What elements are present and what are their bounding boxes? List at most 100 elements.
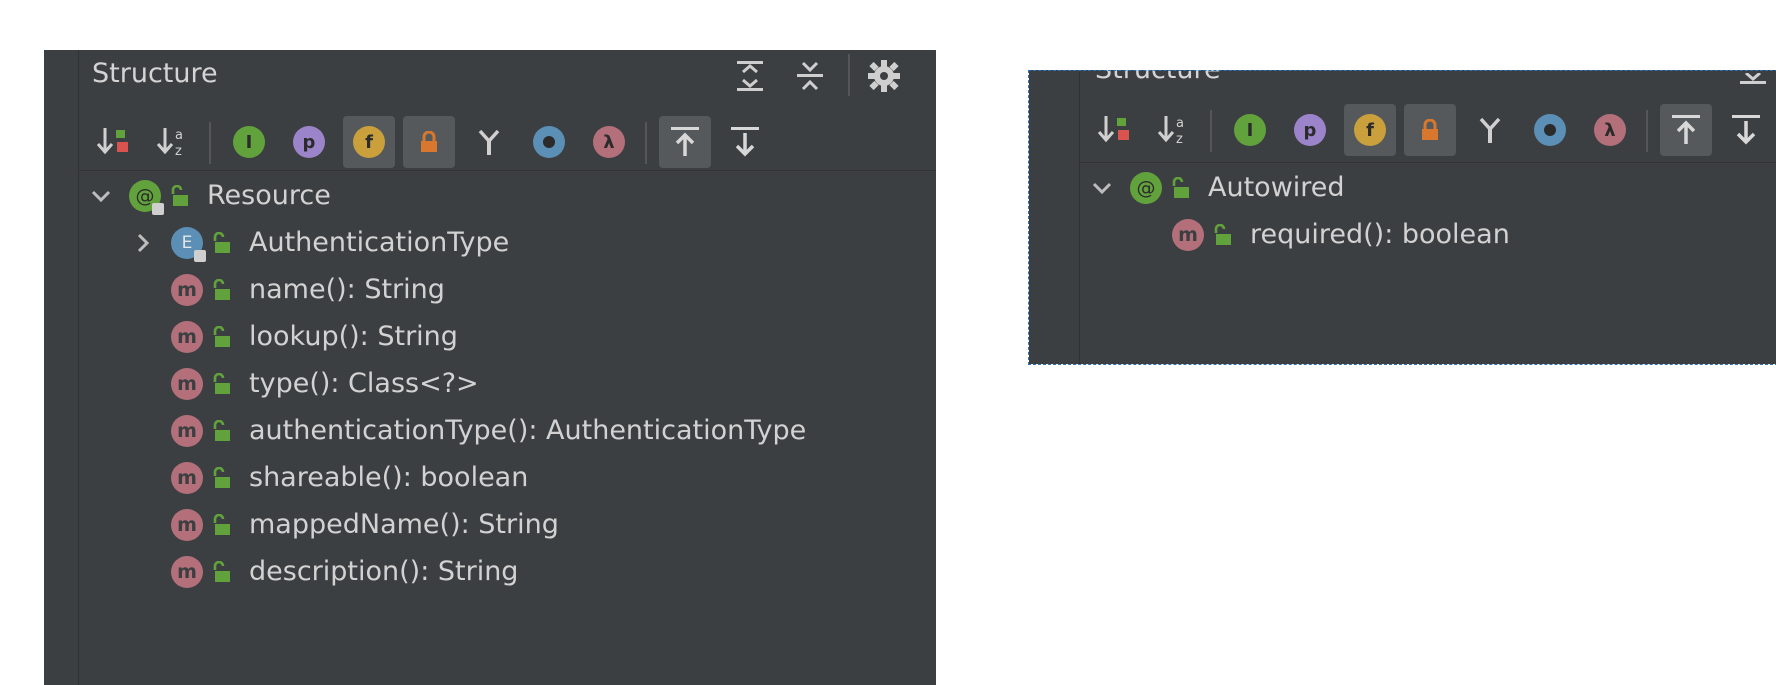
scroll-to-source-icon <box>1672 115 1700 144</box>
tree-node-root[interactable]: @ Resource <box>87 172 331 219</box>
show-inherited-button[interactable]: I <box>1224 104 1276 156</box>
sort-alphabetically-button[interactable]: az <box>147 116 199 168</box>
autoscroll-from-source-button[interactable] <box>1720 104 1772 156</box>
tree-node-method[interactable]: m description(): String <box>171 548 518 595</box>
public-visibility-icon <box>213 560 230 582</box>
tree-node-label: Resource <box>207 180 331 211</box>
public-visibility-icon <box>213 466 230 488</box>
chevron-down-icon[interactable] <box>87 182 115 210</box>
properties-icon: p <box>1294 114 1326 146</box>
public-visibility-icon <box>1214 223 1231 245</box>
merge-icon <box>478 129 500 155</box>
show-lambdas-structure-button[interactable] <box>1464 104 1516 156</box>
public-visibility-icon <box>213 419 230 441</box>
show-non-public-button[interactable] <box>1404 104 1456 156</box>
inherited-icon: I <box>1234 114 1266 146</box>
tree-node-method[interactable]: m mappedName(): String <box>171 501 559 548</box>
lock-icon <box>1422 119 1438 140</box>
lambda-icon: λ <box>593 126 625 158</box>
sort-by-visibility-button[interactable] <box>1088 104 1140 156</box>
lock-icon <box>421 131 437 152</box>
panel-title: Structure <box>92 58 218 89</box>
chevron-down-icon[interactable] <box>1088 174 1116 202</box>
anonymous-class-icon <box>533 126 565 158</box>
public-visibility-icon <box>213 231 230 253</box>
collapse-icon[interactable] <box>1738 71 1768 86</box>
scroll-from-source-icon <box>731 127 759 157</box>
annotation-type-icon: @ <box>129 179 164 215</box>
tree-node-label: authenticationType(): AuthenticationType <box>249 415 807 446</box>
toolbar-separator <box>645 122 647 164</box>
tree-node-label: mappedName(): String <box>249 509 559 540</box>
show-lambdas-structure-button[interactable] <box>463 116 515 168</box>
method-icon: m <box>171 461 203 494</box>
structure-tree: @ Resource E AuthenticationType m name()… <box>79 172 936 685</box>
public-visibility-icon <box>171 184 188 206</box>
sort-alphabetically-button[interactable]: az <box>1148 104 1200 156</box>
chevron-right-icon[interactable] <box>129 229 157 257</box>
svg-text:a: a <box>1176 116 1184 131</box>
tree-node-label: description(): String <box>249 556 519 587</box>
sort-by-visibility-button[interactable] <box>87 116 139 168</box>
show-anonymous-button[interactable] <box>1524 104 1576 156</box>
public-visibility-icon <box>213 278 230 300</box>
tree-node-enum[interactable]: E AuthenticationType <box>129 219 509 266</box>
svg-text:z: z <box>1176 132 1183 147</box>
tree-node-label: required(): boolean <box>1250 219 1510 250</box>
public-visibility-icon <box>213 325 230 347</box>
tree-node-method[interactable]: m authenticationType(): AuthenticationTy… <box>171 407 806 454</box>
annotation-type-icon: @ <box>1130 171 1162 204</box>
side-gutter <box>44 50 79 685</box>
show-non-public-button[interactable] <box>403 116 455 168</box>
expand-all-icon[interactable] <box>730 56 770 96</box>
tree-node-label: AuthenticationType <box>249 227 510 258</box>
tree-node-method[interactable]: m lookup(): String <box>171 313 458 360</box>
method-icon: m <box>171 508 203 541</box>
method-icon: m <box>1172 218 1204 251</box>
method-icon: m <box>171 367 203 400</box>
inherited-icon: I <box>233 126 265 158</box>
show-lambdas-button[interactable]: λ <box>1584 104 1636 156</box>
public-visibility-icon <box>213 372 230 394</box>
fields-icon: f <box>1354 114 1386 146</box>
merge-icon <box>1479 117 1501 143</box>
panel-title: Structure <box>1095 70 1221 85</box>
public-visibility-icon <box>213 513 230 535</box>
autoscroll-to-source-button[interactable] <box>1660 104 1712 156</box>
show-properties-button[interactable]: p <box>1284 104 1336 156</box>
structure-toolbar: az I p f λ <box>79 108 936 171</box>
tree-node-label: shareable(): boolean <box>249 462 529 493</box>
toolbar-separator <box>1210 110 1212 152</box>
autoscroll-from-source-button[interactable] <box>719 116 771 168</box>
tree-node-method[interactable]: m type(): Class<?> <box>171 360 479 407</box>
show-lambdas-button[interactable]: λ <box>583 116 635 168</box>
tree-node-label: Autowired <box>1208 172 1345 203</box>
header-separator <box>848 54 850 96</box>
show-anonymous-button[interactable] <box>523 116 575 168</box>
show-inherited-button[interactable]: I <box>223 116 275 168</box>
svg-text:a: a <box>175 128 183 143</box>
show-fields-button[interactable]: f <box>1344 104 1396 156</box>
scroll-to-source-icon <box>671 127 699 156</box>
tree-node-label: name(): String <box>249 274 445 305</box>
enum-icon: E <box>171 226 206 262</box>
method-icon: m <box>171 555 203 588</box>
show-properties-button[interactable]: p <box>283 116 335 168</box>
collapse-all-icon[interactable] <box>790 56 830 96</box>
gear-icon[interactable] <box>864 56 904 96</box>
tree-node-method[interactable]: m name(): String <box>171 266 445 313</box>
properties-icon: p <box>293 126 325 158</box>
tree-node-method[interactable]: m required(): boolean <box>1172 211 1510 258</box>
anonymous-class-icon <box>1534 114 1566 146</box>
tree-node-label: lookup(): String <box>249 321 458 352</box>
tree-node-method[interactable]: m shareable(): boolean <box>171 454 528 501</box>
show-fields-button[interactable]: f <box>343 116 395 168</box>
tree-node-root[interactable]: @ Autowired <box>1088 164 1345 211</box>
structure-tree: @ Autowired m required(): boolean <box>1080 164 1776 364</box>
side-gutter <box>1029 70 1080 364</box>
structure-panel-right: Structure az I p f λ <box>1029 70 1776 364</box>
toolbar-separator <box>209 122 211 164</box>
method-icon: m <box>171 320 203 353</box>
toolbar-separator <box>1646 110 1648 152</box>
autoscroll-to-source-button[interactable] <box>659 116 711 168</box>
